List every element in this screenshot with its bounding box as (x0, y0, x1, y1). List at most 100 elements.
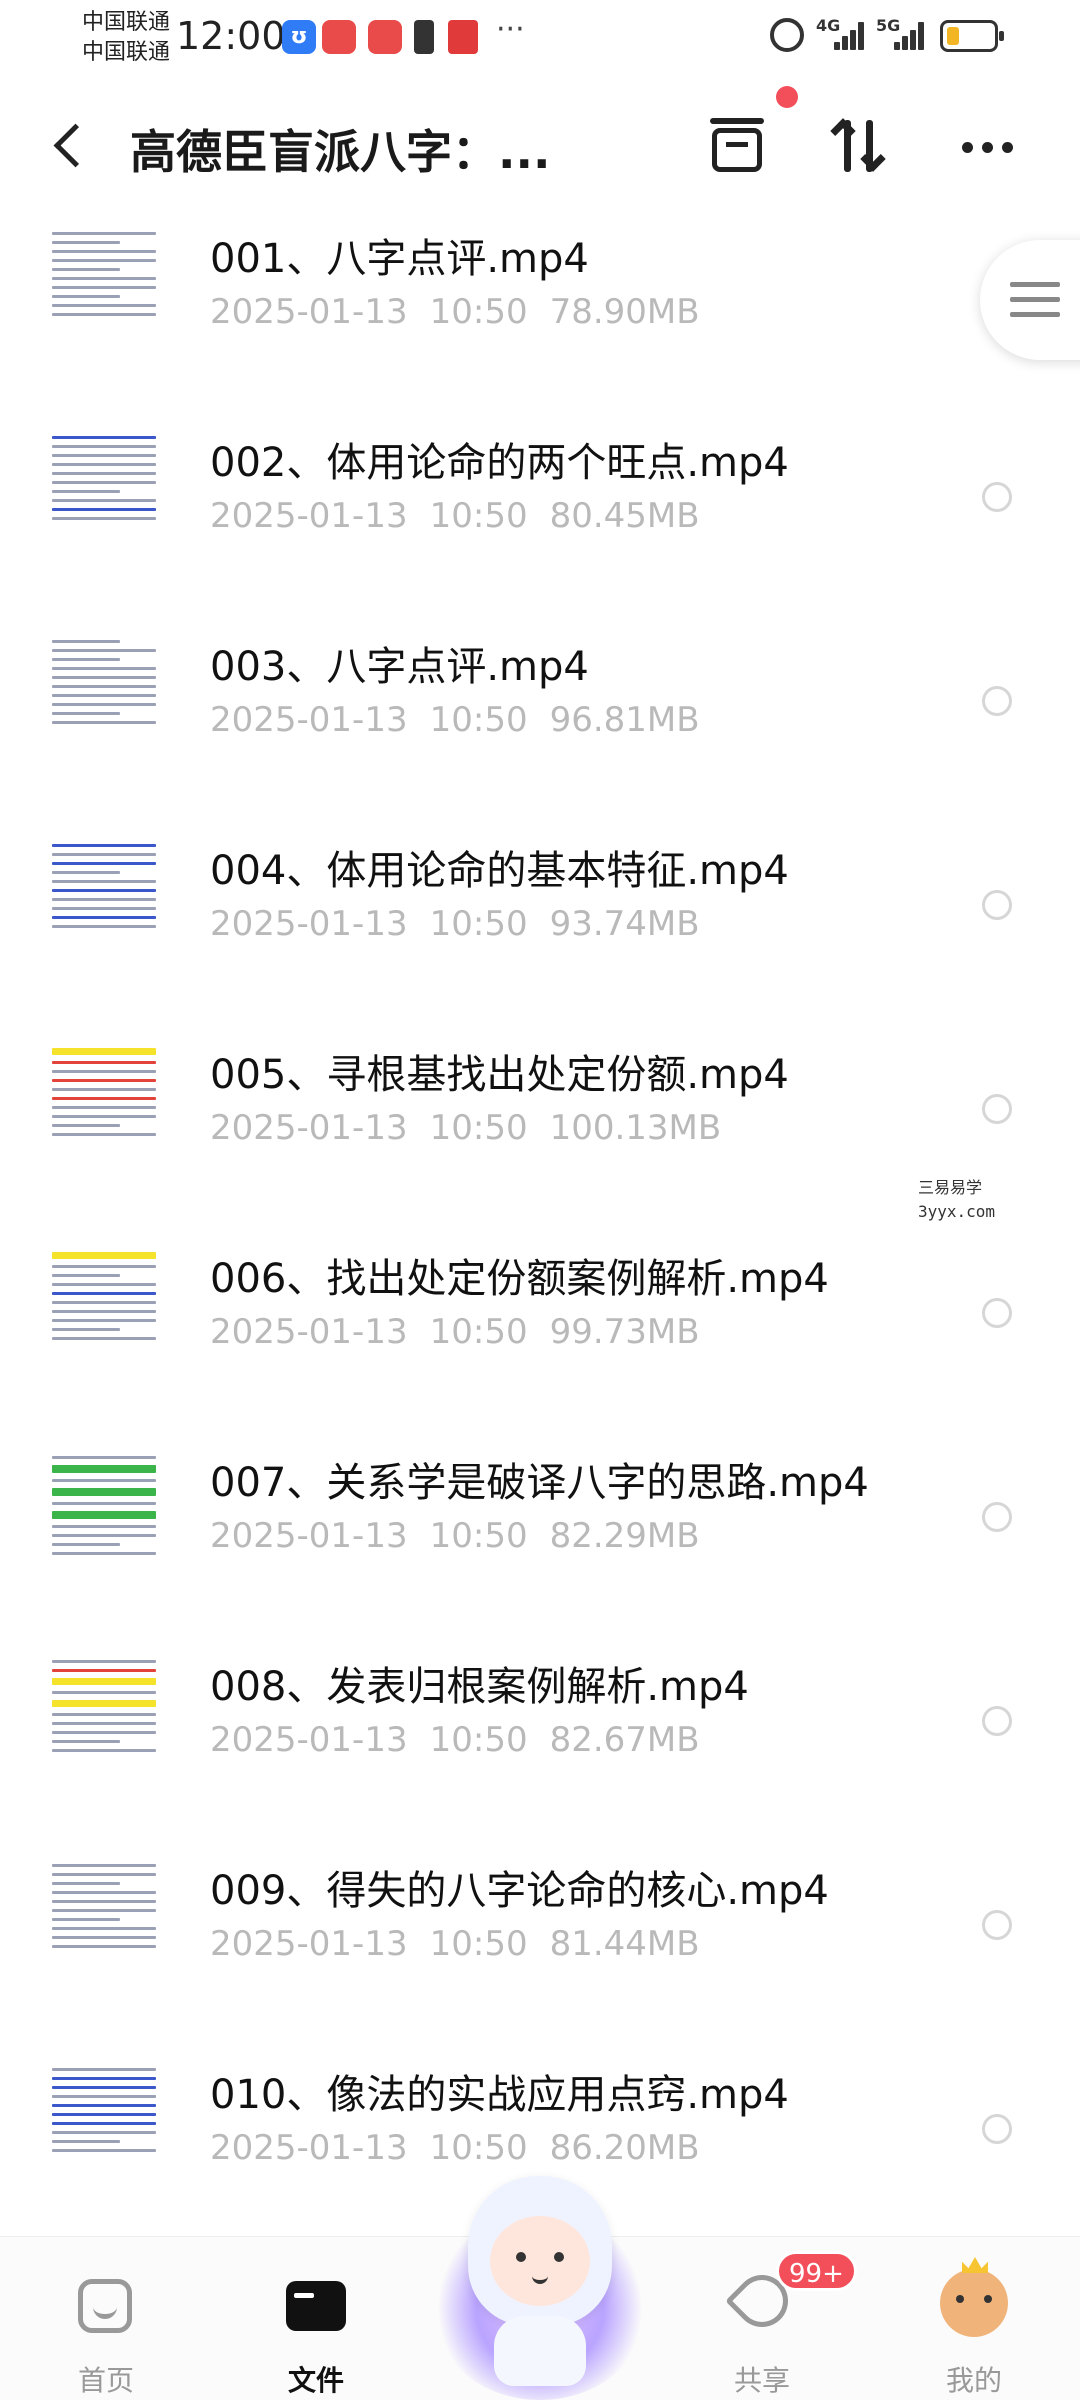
watermark-line-1: 三易易学 (918, 1178, 983, 1197)
file-time: 10:50 (429, 1516, 528, 1556)
notification-dot (776, 86, 798, 108)
file-meta: 2025-01-13 10:50 86.20MB (210, 2128, 700, 2168)
file-time: 10:50 (429, 1924, 528, 1964)
select-radio[interactable] (982, 1094, 1012, 1124)
file-time: 10:50 (429, 2128, 528, 2168)
file-thumbnail (48, 226, 160, 336)
back-icon[interactable] (48, 118, 92, 174)
file-meta: 2025-01-13 10:50 80.45MB (210, 496, 700, 536)
status-bar: 中国联通 中国联通 12:00 ʊ ··· 4G 5G (0, 0, 1080, 72)
select-radio[interactable] (982, 482, 1012, 512)
file-name: 006、找出处定份额案例解析.mp4 (210, 1256, 829, 1302)
file-date: 2025-01-13 (210, 1312, 408, 1352)
book-icon (448, 20, 478, 54)
file-size: 100.13MB (549, 1108, 722, 1148)
file-row[interactable]: 008、发表归根案例解析.mp4 2025-01-13 10:50 82.67MB (0, 1634, 1080, 1838)
nav-mine-label: 我的 (945, 2364, 1002, 2397)
select-radio[interactable] (982, 1910, 1012, 1940)
file-meta: 2025-01-13 10:50 82.67MB (210, 1720, 700, 1760)
nav-files[interactable]: 文件 (246, 2261, 386, 2397)
file-date: 2025-01-13 (210, 1108, 408, 1148)
watermark-line-2: 3yyx.com (918, 1202, 996, 1221)
file-size: 86.20MB (549, 2128, 700, 2168)
file-thumbnail (48, 1042, 160, 1152)
file-size: 81.44MB (549, 1924, 700, 1964)
file-row[interactable]: 006、找出处定份额案例解析.mp4 2025-01-13 10:50 99.73MB (0, 1226, 1080, 1430)
file-time: 10:50 (429, 1720, 528, 1760)
nav-home[interactable]: 首页 (36, 2261, 176, 2397)
file-thumbnail (48, 634, 160, 744)
file-meta: 2025-01-13 10:50 78.90MB (210, 292, 700, 332)
file-size: 99.73MB (549, 1312, 700, 1352)
file-name: 002、体用论命的两个旺点.mp4 (210, 440, 789, 486)
nav-home-label: 首页 (77, 2364, 134, 2397)
file-time: 10:50 (429, 1108, 528, 1148)
file-thumbnail (48, 430, 160, 540)
more-notifications-icon: ··· (496, 12, 525, 47)
signal-icon (894, 18, 926, 50)
nav-mine[interactable]: 我的 (904, 2261, 1044, 2397)
more-icon[interactable] (956, 114, 1020, 178)
app-notification-icon: ʊ (282, 20, 316, 54)
file-name: 010、像法的实战应用点窍.mp4 (210, 2072, 789, 2118)
file-date: 2025-01-13 (210, 496, 408, 536)
nav-share-label: 共享 (733, 2364, 790, 2397)
file-time: 10:50 (429, 1312, 528, 1352)
page-title: 高德臣盲派八字：... (130, 125, 551, 179)
file-date: 2025-01-13 (210, 700, 408, 740)
file-row[interactable]: 002、体用论命的两个旺点.mp4 2025-01-13 10:50 80.45MB (0, 410, 1080, 614)
file-size: 82.29MB (549, 1516, 700, 1556)
nav-files-label: 文件 (287, 2364, 344, 2397)
file-name: 009、得失的八字论命的核心.mp4 (210, 1868, 829, 1914)
file-time: 10:50 (429, 904, 528, 944)
carrier-2: 中国联通 (82, 40, 171, 65)
file-size: 78.90MB (549, 292, 700, 332)
mascot-face-icon (490, 2216, 590, 2306)
file-name: 008、发表归根案例解析.mp4 (210, 1664, 749, 1710)
file-date: 2025-01-13 (210, 904, 408, 944)
file-row[interactable]: 001、八字点评.mp4 2025-01-13 10:50 78.90MB (0, 206, 1080, 410)
nav-share[interactable]: 99+ 共享 (692, 2251, 857, 2397)
select-radio[interactable] (982, 1298, 1012, 1328)
file-thumbnail (48, 1246, 160, 1356)
file-date: 2025-01-13 (210, 1720, 408, 1760)
select-radio[interactable] (982, 686, 1012, 716)
alert-icon (414, 20, 434, 54)
alarm-icon (770, 18, 804, 52)
file-row[interactable]: 007、关系学是破译八字的思路.mp4 2025-01-13 10:50 82.29M… (0, 1430, 1080, 1634)
select-radio[interactable] (982, 1502, 1012, 1532)
file-row[interactable]: 009、得失的八字论命的核心.mp4 2025-01-13 10:50 81.44MB (0, 1838, 1080, 2042)
file-row[interactable]: 004、体用论命的基本特征.mp4 2025-01-13 10:50 93.74MB (0, 818, 1080, 1022)
select-icon[interactable] (706, 114, 770, 178)
mascot-assistant-button[interactable] (432, 2176, 648, 2400)
folder-icon (286, 2281, 346, 2331)
file-row[interactable]: 003、八字点评.mp4 2025-01-13 10:50 96.81MB (0, 614, 1080, 818)
file-size: 82.67MB (549, 1720, 700, 1760)
carrier-1: 中国联通 (82, 10, 171, 35)
file-time: 10:50 (429, 700, 528, 740)
battery-icon (940, 20, 1004, 52)
header: 高德臣盲派八字：... (0, 96, 1080, 196)
file-size: 93.74MB (549, 904, 700, 944)
sort-icon[interactable] (830, 114, 896, 178)
watermark: 三易易学 3yyx.com (918, 1176, 995, 1224)
select-radio[interactable] (982, 2114, 1012, 2144)
file-meta: 2025-01-13 10:50 99.73MB (210, 1312, 700, 1352)
file-date: 2025-01-13 (210, 1516, 408, 1556)
file-time: 10:50 (429, 496, 528, 536)
file-meta: 2025-01-13 10:50 96.81MB (210, 700, 700, 740)
file-date: 2025-01-13 (210, 1924, 408, 1964)
file-thumbnail (48, 1654, 160, 1764)
file-date: 2025-01-13 (210, 292, 408, 332)
file-name: 004、体用论命的基本特征.mp4 (210, 848, 789, 894)
file-time: 10:50 (429, 292, 528, 332)
file-date: 2025-01-13 (210, 2128, 408, 2168)
select-radio[interactable] (982, 1706, 1012, 1736)
app-notification-icon (368, 20, 402, 54)
file-thumbnail (48, 838, 160, 948)
file-meta: 2025-01-13 10:50 100.13MB (210, 1108, 721, 1148)
signal-icon (834, 18, 866, 50)
select-radio[interactable] (982, 890, 1012, 920)
file-name: 001、八字点评.mp4 (210, 236, 589, 282)
home-icon (78, 2279, 132, 2333)
